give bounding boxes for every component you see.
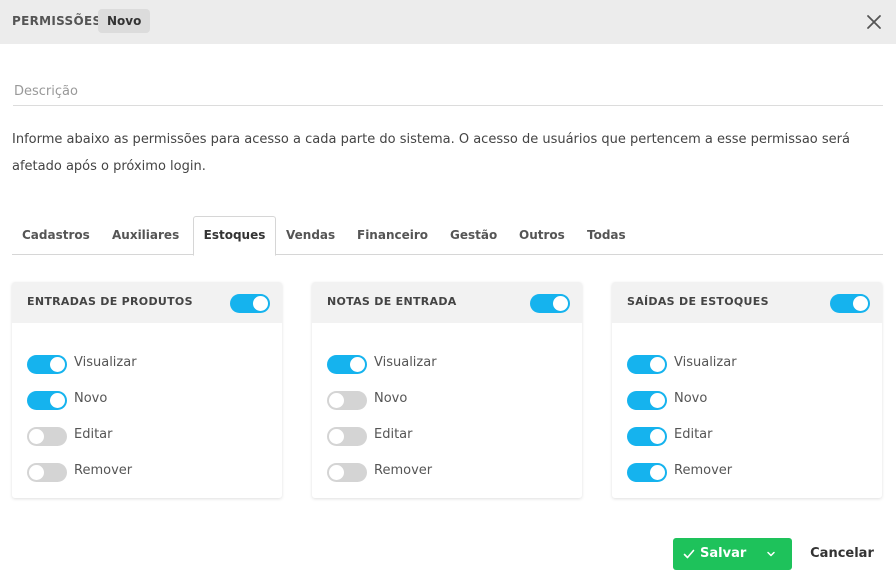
- toggle-knob: [329, 429, 344, 444]
- permission-toggle[interactable]: [627, 391, 667, 410]
- save-button[interactable]: Salvar: [673, 538, 753, 570]
- toggle-knob: [350, 357, 365, 372]
- permission-label: Visualizar: [674, 355, 737, 370]
- save-button-group: Salvar: [673, 538, 792, 570]
- permission-label: Editar: [374, 427, 413, 442]
- permission-toggle[interactable]: [27, 463, 67, 482]
- toggle-knob: [29, 465, 44, 480]
- permission-card-header: NOTAS DE ENTRADA: [312, 282, 582, 323]
- toggle-knob: [50, 393, 65, 408]
- permission-toggle[interactable]: [327, 391, 367, 410]
- permission-label: Remover: [674, 463, 733, 478]
- permission-toggle[interactable]: [27, 355, 67, 374]
- permission-toggle[interactable]: [327, 427, 367, 446]
- toggle-knob: [650, 465, 665, 480]
- card-master-toggle[interactable]: [230, 294, 270, 313]
- permission-label: Novo: [674, 391, 708, 406]
- tab-outros[interactable]: Outros: [519, 216, 565, 255]
- permission-label: Remover: [374, 463, 433, 478]
- card-master-toggle[interactable]: [530, 294, 570, 313]
- toggle-knob: [329, 465, 344, 480]
- tab-vendas[interactable]: Vendas: [286, 216, 335, 255]
- permission-card: SAÍDAS DE ESTOQUES Visualizar Novo Editar Re…: [612, 282, 882, 498]
- modal-header: PERMISSÕES Novo: [0, 0, 896, 44]
- tab-todas[interactable]: Todas: [587, 216, 626, 255]
- permission-card: NOTAS DE ENTRADA Visualizar Novo Editar Remo…: [312, 282, 582, 498]
- tab-estoques[interactable]: Estoques: [193, 216, 276, 256]
- chevron-down-icon: [767, 551, 775, 557]
- permission-label: Novo: [74, 391, 108, 406]
- permission-toggle[interactable]: [27, 427, 67, 446]
- permission-label: Remover: [74, 463, 133, 478]
- permission-label: Visualizar: [74, 355, 137, 370]
- toggle-knob: [253, 296, 268, 311]
- permission-card-title: NOTAS DE ENTRADA: [327, 295, 457, 308]
- check-icon: [683, 549, 695, 559]
- permission-toggle[interactable]: [327, 355, 367, 374]
- permission-card-title: SAÍDAS DE ESTOQUES: [627, 295, 769, 308]
- permission-tabs: Cadastros Auxiliares Estoques Vendas Fin…: [12, 216, 883, 256]
- permission-card-title: ENTRADAS DE PRODUTOS: [27, 295, 193, 308]
- modal-title: PERMISSÕES: [12, 14, 102, 28]
- toggle-knob: [553, 296, 568, 311]
- toggle-knob: [650, 429, 665, 444]
- toggle-knob: [650, 393, 665, 408]
- close-icon: [867, 15, 881, 29]
- permission-card-header: ENTRADAS DE PRODUTOS: [12, 282, 282, 323]
- permission-toggle[interactable]: [627, 427, 667, 446]
- permission-label: Novo: [374, 391, 408, 406]
- tab-cadastros[interactable]: Cadastros: [22, 216, 90, 255]
- save-label: Salvar: [700, 546, 747, 561]
- permission-toggle[interactable]: [627, 355, 667, 374]
- toggle-knob: [29, 429, 44, 444]
- save-options-dropdown[interactable]: [753, 538, 792, 570]
- permission-label: Editar: [674, 427, 713, 442]
- tab-financeiro[interactable]: Financeiro: [357, 216, 428, 255]
- permission-card-header: SAÍDAS DE ESTOQUES: [612, 282, 882, 323]
- toggle-knob: [650, 357, 665, 372]
- cancel-button[interactable]: Cancelar: [804, 538, 880, 570]
- description-input[interactable]: [13, 78, 883, 106]
- card-master-toggle[interactable]: [830, 294, 870, 313]
- toggle-knob: [329, 393, 344, 408]
- close-button[interactable]: [864, 12, 884, 32]
- permissions-info-text: Informe abaixo as permissões para acesso…: [12, 132, 850, 174]
- tab-auxiliares[interactable]: Auxiliares: [112, 216, 179, 255]
- permission-label: Visualizar: [374, 355, 437, 370]
- toggle-knob: [853, 296, 868, 311]
- permission-toggle[interactable]: [327, 463, 367, 482]
- tab-gestao[interactable]: Gestão: [450, 216, 497, 255]
- toggle-knob: [50, 357, 65, 372]
- permission-toggle[interactable]: [627, 463, 667, 482]
- permission-label: Editar: [74, 427, 113, 442]
- permission-card: ENTRADAS DE PRODUTOS Visualizar Novo Editar…: [12, 282, 282, 498]
- mode-badge: Novo: [98, 9, 151, 33]
- permission-toggle[interactable]: [27, 391, 67, 410]
